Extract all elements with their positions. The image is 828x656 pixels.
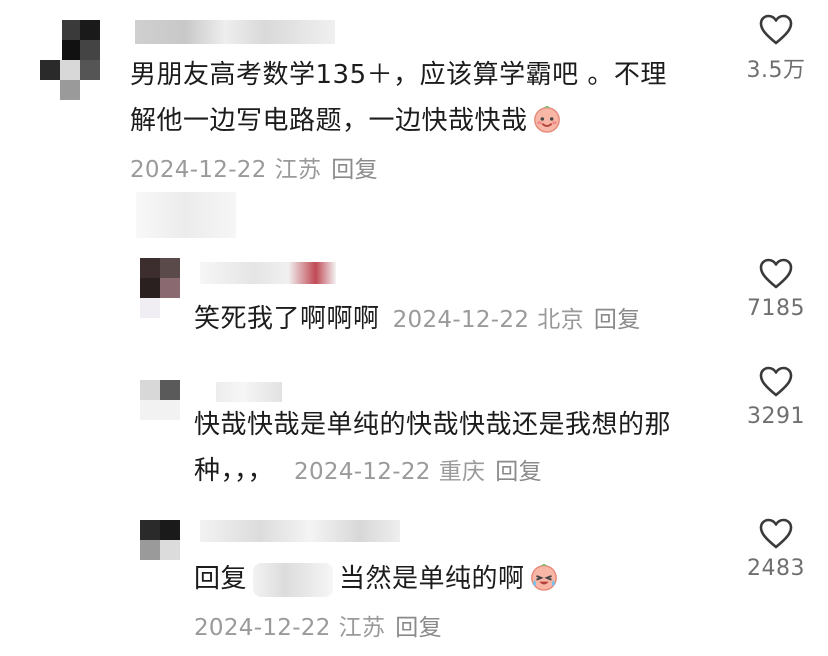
like-count: 3291 bbox=[747, 404, 805, 429]
comment-location: 北京 bbox=[537, 307, 584, 333]
avatar[interactable] bbox=[140, 258, 180, 318]
comment-date: 2024-12-22 bbox=[392, 307, 530, 333]
crying-laughing-emoji-icon bbox=[530, 563, 557, 591]
comment-meta: 2024-12-22 重庆 回复 bbox=[294, 459, 542, 485]
username-blurred[interactable] bbox=[135, 20, 335, 44]
like-button[interactable]: 7185 bbox=[736, 258, 816, 321]
avatar[interactable] bbox=[40, 20, 100, 100]
like-count: 3.5万 bbox=[746, 58, 806, 83]
comment-2: 笑死我了啊啊啊 2024-12-22 北京 回复 bbox=[194, 296, 734, 342]
comment-location: 重庆 bbox=[438, 459, 486, 485]
comment-meta: 2024-12-22 江苏 回复 bbox=[130, 150, 720, 184]
comment-meta: 2024-12-22 北京 回复 bbox=[393, 307, 641, 333]
comment-text: 男朋友高考数学135＋，应该算学霸吧 。不理 解他一边写电路题，一边快哉快哉 bbox=[130, 52, 720, 144]
reply-prefix: 回复 bbox=[194, 564, 248, 594]
username-blurred[interactable] bbox=[216, 382, 282, 402]
like-count: 2483 bbox=[747, 556, 805, 581]
comment-text: 回复 当然是单纯的啊 bbox=[194, 556, 734, 602]
reply-button[interactable]: 回复 bbox=[594, 307, 641, 333]
like-button[interactable]: 2483 bbox=[736, 518, 816, 581]
comment-text: 笑死我了啊啊啊 bbox=[194, 304, 380, 334]
username-blurred[interactable] bbox=[200, 520, 400, 542]
comment-location: 江苏 bbox=[274, 157, 322, 183]
comment-text-line1: 快哉快哉是单纯的快哉快哉还是我想的那 bbox=[194, 410, 672, 440]
comment-3: 快哉快哉是单纯的快哉快哉还是我想的那 种，，， 2024-12-22 重庆 回复 bbox=[194, 402, 734, 495]
avatar[interactable] bbox=[140, 380, 180, 420]
comment-text: 快哉快哉是单纯的快哉快哉还是我想的那 种，，， 2024-12-22 重庆 回复 bbox=[194, 402, 734, 495]
comment-text-line2: 解他一边写电路题，一边快哉快哉 bbox=[130, 106, 528, 136]
reply-button[interactable]: 回复 bbox=[331, 157, 378, 183]
smiling-face-emoji-icon bbox=[533, 105, 560, 133]
reply-button[interactable]: 回复 bbox=[395, 615, 442, 641]
comment-date: 2024-12-22 bbox=[194, 615, 331, 641]
avatar[interactable] bbox=[140, 520, 180, 560]
comment-date: 2024-12-22 bbox=[130, 157, 267, 183]
heart-outline-icon bbox=[759, 518, 793, 549]
comment-1: 男朋友高考数学135＋，应该算学霸吧 。不理 解他一边写电路题，一边快哉快哉 2… bbox=[130, 52, 720, 184]
mentioned-user-blurred[interactable] bbox=[253, 562, 334, 597]
like-button[interactable]: 3.5万 bbox=[736, 14, 816, 84]
username-blurred[interactable] bbox=[200, 262, 336, 284]
blurred-divider bbox=[136, 192, 236, 238]
comment-text-line1: 男朋友高考数学135＋，应该算学霸吧 。不理 bbox=[130, 60, 667, 90]
comment-location: 江苏 bbox=[338, 615, 386, 641]
heart-outline-icon bbox=[759, 258, 793, 289]
like-button[interactable]: 3291 bbox=[736, 366, 816, 429]
heart-outline-icon bbox=[759, 366, 793, 397]
heart-outline-icon bbox=[759, 14, 793, 45]
comment-text-body: 当然是单纯的啊 bbox=[339, 564, 525, 594]
comment-text-line2: 种，，， bbox=[194, 456, 275, 486]
reply-button[interactable]: 回复 bbox=[495, 459, 542, 485]
comment-date: 2024-12-22 bbox=[294, 459, 431, 485]
comment-4: 回复 当然是单纯的啊 2024-12-22 江苏 回复 bbox=[194, 556, 734, 642]
like-count: 7185 bbox=[747, 296, 805, 321]
comment-meta: 2024-12-22 江苏 回复 bbox=[194, 608, 734, 642]
